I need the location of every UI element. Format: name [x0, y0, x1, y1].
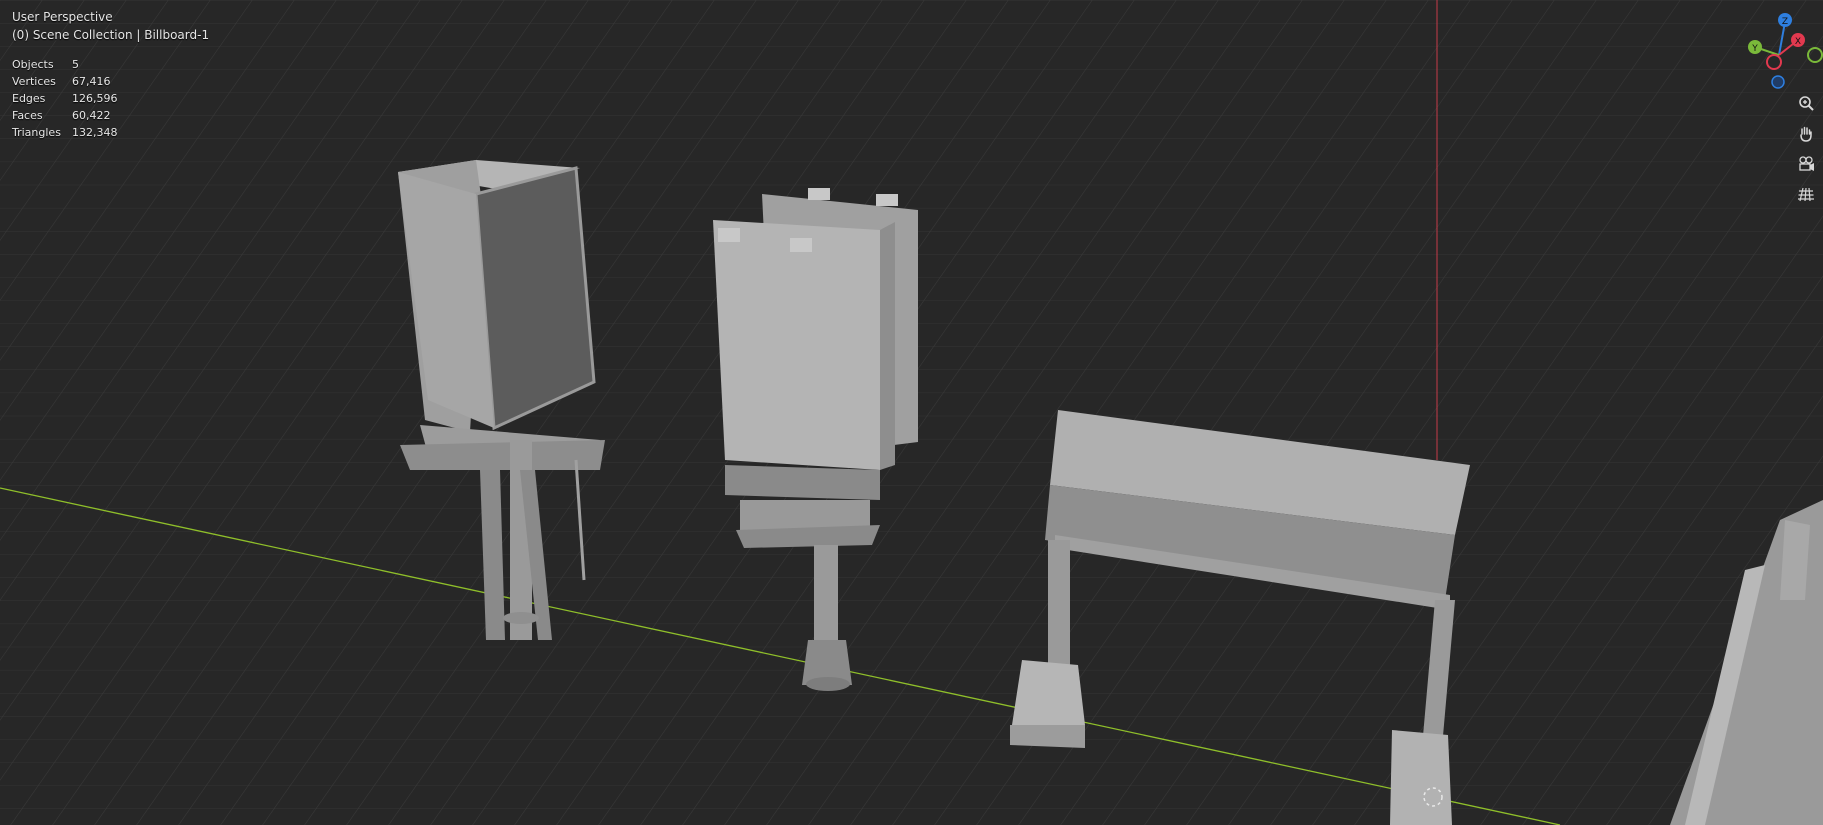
gizmo-neg-y-handle[interactable]	[1807, 47, 1823, 63]
navigation-gizmo[interactable]: Z X Y	[1733, 0, 1823, 100]
zoom-icon[interactable]	[1795, 93, 1817, 115]
collection-label: (0) Scene Collection | Billboard-1	[12, 28, 210, 42]
stat-row-edges: Edges 126,596	[12, 90, 118, 107]
stat-row-objects: Objects 5	[12, 56, 118, 73]
scene-canvas[interactable]	[0, 0, 1823, 825]
gizmo-x-label: X	[1795, 37, 1801, 47]
gizmo-z-label: Z	[1782, 17, 1788, 27]
stat-label: Triangles	[12, 126, 61, 139]
stat-label: Faces	[12, 109, 43, 122]
stat-value: 67,416	[72, 75, 111, 88]
3d-viewport[interactable]: User Perspective (0) Scene Collection | …	[0, 0, 1823, 825]
gizmo-y-label: Y	[1751, 44, 1758, 54]
stat-label: Vertices	[12, 75, 56, 88]
stat-row-vertices: Vertices 67,416	[12, 73, 118, 90]
stat-label: Edges	[12, 92, 46, 105]
stat-value: 5	[72, 58, 79, 71]
stat-label: Objects	[12, 58, 54, 71]
stat-value: 60,422	[72, 109, 111, 122]
stat-value: 132,348	[72, 126, 118, 139]
view-title: User Perspective	[12, 10, 113, 24]
orthographic-grid-icon[interactable]	[1795, 183, 1817, 205]
pan-hand-icon[interactable]	[1795, 123, 1817, 145]
gizmo-neg-z-handle[interactable]	[1771, 75, 1785, 89]
stat-row-faces: Faces 60,422	[12, 107, 118, 124]
stat-row-triangles: Triangles 132,348	[12, 124, 118, 141]
camera-icon[interactable]	[1795, 153, 1817, 175]
stat-value: 126,596	[72, 92, 118, 105]
stats-overlay: Objects 5 Vertices 67,416 Edges 126,596 Fac…	[12, 56, 118, 141]
gizmo-neg-x-handle[interactable]	[1766, 54, 1782, 70]
